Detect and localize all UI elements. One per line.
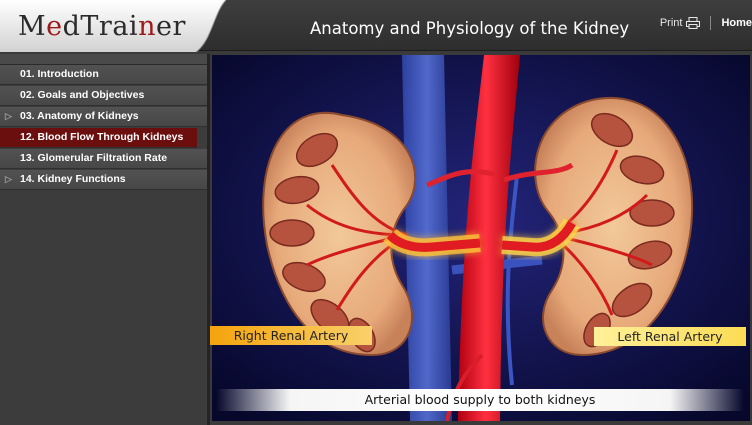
expand-arrow-icon[interactable]: ▷ <box>5 170 12 189</box>
sidebar-item[interactable]: 13. Glomerular Filtration Rate <box>0 149 207 169</box>
sidebar-header <box>0 54 207 65</box>
stage-caption: Arterial blood supply to both kidneys <box>216 389 744 411</box>
right-renal-artery-label: Right Renal Artery <box>210 326 372 345</box>
print-label: Print <box>659 17 683 29</box>
sidebar-item[interactable]: 12. Blood Flow Through Kidneys <box>0 128 197 148</box>
sidebar-item-label: 13. Glomerular Filtration Rate <box>20 152 168 164</box>
sidebar-item-label: 01. Introduction <box>20 68 99 80</box>
print-link[interactable]: Print <box>660 17 701 29</box>
course-title: Anatomy and Physiology of the Kidney <box>310 19 630 38</box>
medtrainer-logo[interactable]: MedTrainer <box>18 11 186 42</box>
app-header: MedTrainer Anatomy and Physiology of the… <box>0 0 752 53</box>
sidebar-item-label: 14. Kidney Functions <box>20 173 126 185</box>
sidebar-item[interactable]: ▷ 14. Kidney Functions <box>0 170 207 190</box>
expand-arrow-icon[interactable]: ▷ <box>5 107 12 126</box>
home-link[interactable]: Home <box>721 17 752 29</box>
animation-stage <box>212 55 750 421</box>
sidebar-item[interactable]: 02. Goals and Objectives <box>0 86 207 106</box>
home-label: Home <box>721 17 752 29</box>
nav-list: 01. Introduction 02. Goals and Objectives… <box>0 65 207 190</box>
printer-icon <box>686 17 701 29</box>
left-renal-artery-label: Left Renal Artery <box>594 327 746 346</box>
sidebar-item[interactable]: 01. Introduction <box>0 65 207 85</box>
kidney-illustration <box>212 55 750 421</box>
sidebar-nav: 01. Introduction 02. Goals and Objectives… <box>0 54 210 425</box>
sidebar-item[interactable]: ▷ 03. Anatomy of Kidneys <box>0 107 207 127</box>
sidebar-item-label: 03. Anatomy of Kidneys <box>20 110 139 122</box>
sidebar-item-label: 12. Blood Flow Through Kidneys <box>20 131 184 143</box>
sidebar-item-label: 02. Goals and Objectives <box>20 89 145 101</box>
top-links: Print Home <box>660 16 752 30</box>
link-separator <box>710 16 712 30</box>
